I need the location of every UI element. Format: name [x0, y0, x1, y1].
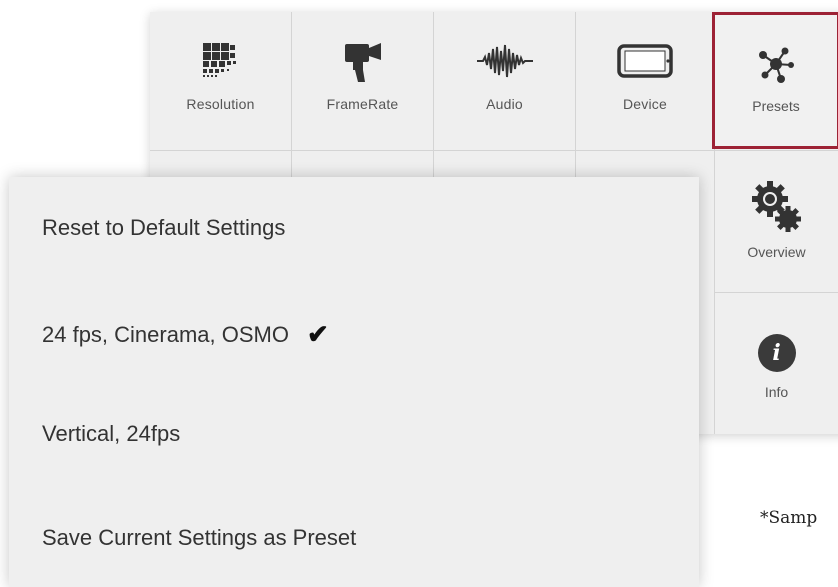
menu-item-label: Vertical, 24fps [42, 421, 181, 446]
tile-device[interactable]: Device [576, 12, 714, 150]
tile-framerate[interactable]: FrameRate [292, 12, 433, 150]
tile-audio[interactable]: Audio [434, 12, 575, 150]
resolution-grid-icon [201, 38, 241, 84]
info-icon: i [757, 334, 796, 372]
tile-label: Presets [752, 98, 800, 114]
footnote: *Samp [760, 508, 818, 528]
menu-item-label: Save Current Settings as Preset [42, 525, 357, 550]
tile-label: Resolution [186, 96, 255, 112]
menu-item-reset-defaults[interactable]: Reset to Default Settings [42, 215, 285, 241]
tile-presets[interactable]: Presets [712, 12, 838, 149]
menu-item-label: 24 fps, Cinerama, OSMO [42, 321, 289, 347]
tile-label: FrameRate [326, 96, 399, 112]
menu-item-preset-24fps-cinerama[interactable]: 24 fps, Cinerama, OSMO ✔ [42, 319, 329, 350]
grid-divider [714, 292, 838, 293]
tile-resolution[interactable]: Resolution [150, 12, 291, 150]
tile-label: Overview [747, 244, 806, 260]
film-camera-icon [341, 38, 385, 84]
menu-item-save-preset[interactable]: Save Current Settings as Preset [42, 525, 356, 551]
tile-overview[interactable]: Overview [715, 176, 838, 260]
tile-label: Info [764, 384, 789, 400]
grid-divider [150, 150, 838, 151]
menu-item-preset-vertical[interactable]: Vertical, 24fps [42, 421, 180, 447]
tile-info[interactable]: i Info [715, 324, 838, 400]
tile-label: Device [623, 96, 667, 112]
gears-icon [751, 176, 802, 236]
menu-item-label: Reset to Default Settings [42, 215, 286, 240]
device-phone-icon [617, 38, 673, 84]
presets-molecule-icon [755, 41, 797, 87]
checkmark-icon: ✔ [306, 319, 329, 349]
tile-label: Audio [486, 96, 523, 112]
audio-waveform-icon [476, 38, 533, 84]
presets-menu: Reset to Default Settings 24 fps, Cinera… [9, 177, 699, 587]
